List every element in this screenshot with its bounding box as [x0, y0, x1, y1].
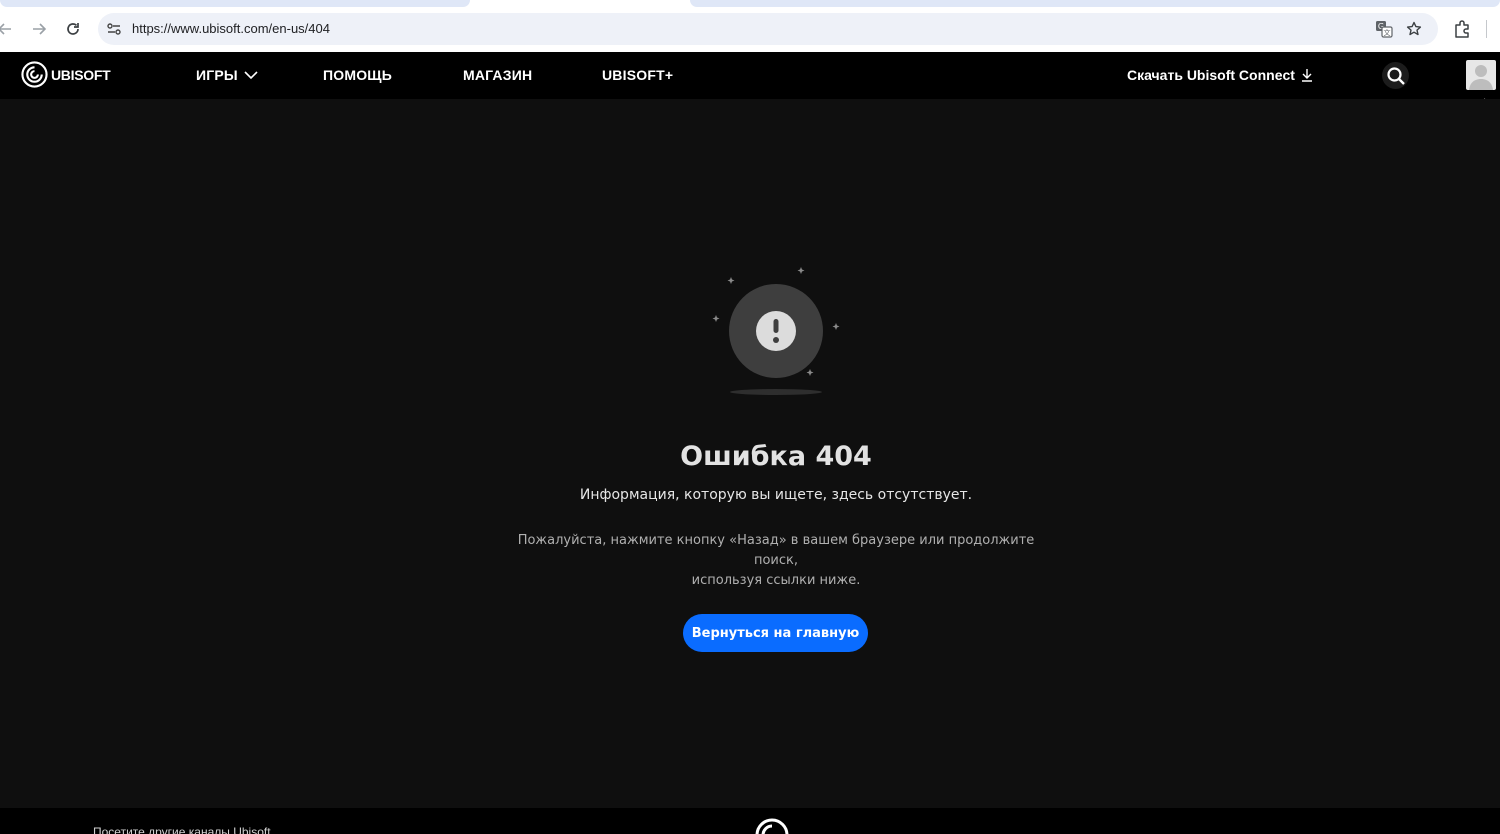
ubisoft-footer-logo-icon[interactable]: [754, 817, 790, 834]
chevron-down-icon: [244, 70, 258, 79]
ubisoft-swirl-icon: [21, 61, 48, 88]
url-text[interactable]: https://www.ubisoft.com/en-us/404: [132, 21, 330, 36]
nav-help[interactable]: ПОМОЩЬ: [323, 67, 392, 83]
error-hint-line: Пожалуйста, нажмите кнопку «Назад» в ваш…: [517, 533, 1035, 568]
forward-icon[interactable]: [28, 18, 50, 40]
reload-icon[interactable]: [62, 18, 84, 40]
ubisoft-logo[interactable]: UBISOFT: [21, 61, 111, 88]
nav-help-label: ПОМОЩЬ: [323, 67, 393, 83]
main-content: Ошибка 404 Информация, которую вы ищете,…: [0, 99, 1500, 808]
error-title: Ошибка 404: [680, 441, 872, 472]
nav-games[interactable]: ИГРЫ: [196, 67, 258, 83]
nav-ubisoft-plus[interactable]: UBISOFT+: [602, 67, 673, 83]
avatar[interactable]: [1466, 60, 1496, 90]
error-hint: Пожалуйста, нажмите кнопку «Назад» в ваш…: [510, 531, 1042, 591]
toolbar-divider: [1486, 20, 1487, 38]
site-info-icon[interactable]: [106, 21, 122, 37]
browser-chrome: https://www.ubisoft.com/en-us/404 G文: [0, 0, 1500, 52]
nav-store-label: МАГАЗИН: [463, 67, 533, 83]
download-connect-label: Скачать Ubisoft Connect: [1127, 67, 1295, 83]
exclamation-icon: [756, 311, 796, 351]
logo-text: UBISOFT: [51, 66, 111, 83]
download-connect-link[interactable]: Скачать Ubisoft Connect: [1127, 67, 1313, 83]
back-icon[interactable]: [0, 18, 16, 40]
svg-text:文: 文: [1384, 28, 1391, 37]
extensions-icon[interactable]: [1452, 19, 1472, 39]
error-hint-line: используя ссылки ниже.: [691, 573, 861, 588]
footer-channels-text: Посетите другие каналы Ubisoft: [93, 825, 271, 834]
translate-icon[interactable]: G文: [1374, 19, 1394, 39]
error-illustration: [712, 267, 840, 395]
search-button[interactable]: [1382, 62, 1409, 89]
site-footer: Посетите другие каналы Ubisoft: [0, 808, 1500, 834]
back-to-home-button[interactable]: Вернуться на главную: [683, 614, 868, 652]
site-header: UBISOFT ИГРЫ ПОМОЩЬ МАГАЗИН UBISOFT+ Ска…: [0, 52, 1500, 99]
error-subtitle: Информация, которую вы ищете, здесь отсу…: [579, 487, 973, 503]
nav-ubisoft-plus-label: UBISOFT+: [602, 67, 674, 83]
search-icon: [1386, 66, 1405, 85]
address-bar[interactable]: https://www.ubisoft.com/en-us/404 G文: [98, 13, 1438, 45]
nav-games-label: ИГРЫ: [196, 67, 238, 83]
download-icon: [1301, 69, 1312, 82]
nav-store[interactable]: МАГАЗИН: [463, 67, 532, 83]
tab-strip: [0, 0, 470, 7]
tab-strip: [690, 0, 1500, 7]
bookmark-star-icon[interactable]: [1404, 19, 1424, 39]
user-placeholder-icon: [1469, 65, 1493, 90]
